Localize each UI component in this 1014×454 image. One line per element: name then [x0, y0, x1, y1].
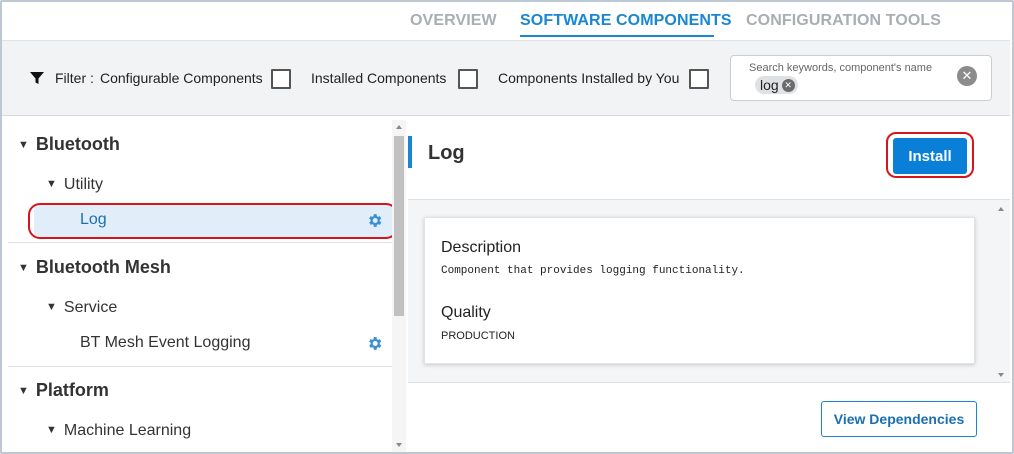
tab-software-components[interactable]: SOFTWARE COMPONENTS	[520, 12, 732, 30]
filter-bar: Filter : Configurable Components Install…	[2, 40, 1010, 116]
caret-down-icon: ▼	[18, 139, 29, 151]
configurable-components-checkbox[interactable]	[271, 69, 291, 89]
caret-down-icon: ▼	[18, 385, 29, 397]
tree-scrollbar[interactable]	[392, 120, 406, 452]
tree-scrollbar-thumb[interactable]	[394, 136, 404, 316]
funnel-icon	[30, 72, 44, 84]
configurable-components-label: Configurable Components	[100, 70, 263, 86]
detail-footer: View Dependencies	[408, 382, 1010, 452]
caret-down-icon: ▼	[46, 424, 57, 436]
component-tree: ▼ Bluetooth ▼ Utility Log ▼ Bluetooth Mesh …	[2, 120, 392, 452]
caret-down-icon: ▼	[18, 262, 29, 274]
clear-search-icon[interactable]: ✕	[957, 66, 977, 86]
search-chip: log ✕	[755, 76, 798, 94]
search-chip-label: log	[760, 77, 779, 93]
tree-divider	[8, 242, 392, 243]
tree-category-bluetooth[interactable]: ▼ Bluetooth	[18, 134, 392, 155]
tree-category-platform[interactable]: ▼ Platform	[18, 380, 392, 401]
quality-heading: Quality	[441, 304, 491, 321]
scroll-up-icon[interactable]	[396, 125, 402, 129]
description-card: Description Component that provides logg…	[424, 217, 975, 364]
detail-header: Log Install	[408, 120, 1010, 200]
tree-divider	[8, 366, 392, 367]
tree-item-bt-mesh-event-logging[interactable]: BT Mesh Event Logging	[80, 334, 360, 352]
tree-group-utility[interactable]: ▼ Utility	[46, 176, 392, 194]
search-input[interactable]: Search keywords, component's name log ✕ …	[730, 55, 992, 101]
view-dependencies-button[interactable]: View Dependencies	[821, 401, 977, 437]
tree-category-bluetooth-mesh[interactable]: ▼ Bluetooth Mesh	[18, 257, 392, 278]
caret-down-icon: ▼	[46, 178, 57, 190]
filter-label: Filter :	[55, 70, 94, 86]
scroll-down-icon[interactable]	[998, 373, 1004, 377]
installed-components-checkbox[interactable]	[458, 69, 478, 89]
component-detail-pane: Log Install Description Component that p…	[408, 120, 1010, 452]
tree-group-machine-learning[interactable]: ▼ Machine Learning	[46, 422, 392, 440]
caret-down-icon: ▼	[46, 301, 57, 313]
tree-group-service[interactable]: ▼ Service	[46, 299, 392, 317]
installed-components-label: Installed Components	[311, 70, 447, 86]
install-highlight-annotation	[886, 132, 974, 178]
tab-overview[interactable]: OVERVIEW	[410, 12, 497, 30]
description-text: Component that provides logging function…	[441, 265, 745, 277]
gear-icon[interactable]	[366, 335, 383, 352]
installed-by-you-checkbox[interactable]	[689, 69, 709, 89]
active-tab-indicator	[520, 35, 714, 37]
installed-by-you-label: Components Installed by You	[498, 70, 680, 86]
quality-value: PRODUCTION	[441, 330, 515, 342]
tab-bar: OVERVIEW SOFTWARE COMPONENTS CONFIGURATI…	[0, 0, 1010, 40]
highlight-annotation	[28, 203, 392, 239]
detail-title: Log	[428, 142, 465, 164]
chip-remove-icon[interactable]: ✕	[781, 78, 795, 92]
scroll-down-icon[interactable]	[396, 443, 402, 447]
detail-scrollbar[interactable]	[994, 202, 1008, 382]
tab-configuration-tools[interactable]: CONFIGURATION TOOLS	[746, 12, 941, 30]
description-heading: Description	[441, 239, 522, 256]
title-accent-bar	[408, 136, 412, 168]
search-placeholder: Search keywords, component's name	[749, 62, 933, 74]
scroll-up-icon[interactable]	[998, 207, 1004, 211]
